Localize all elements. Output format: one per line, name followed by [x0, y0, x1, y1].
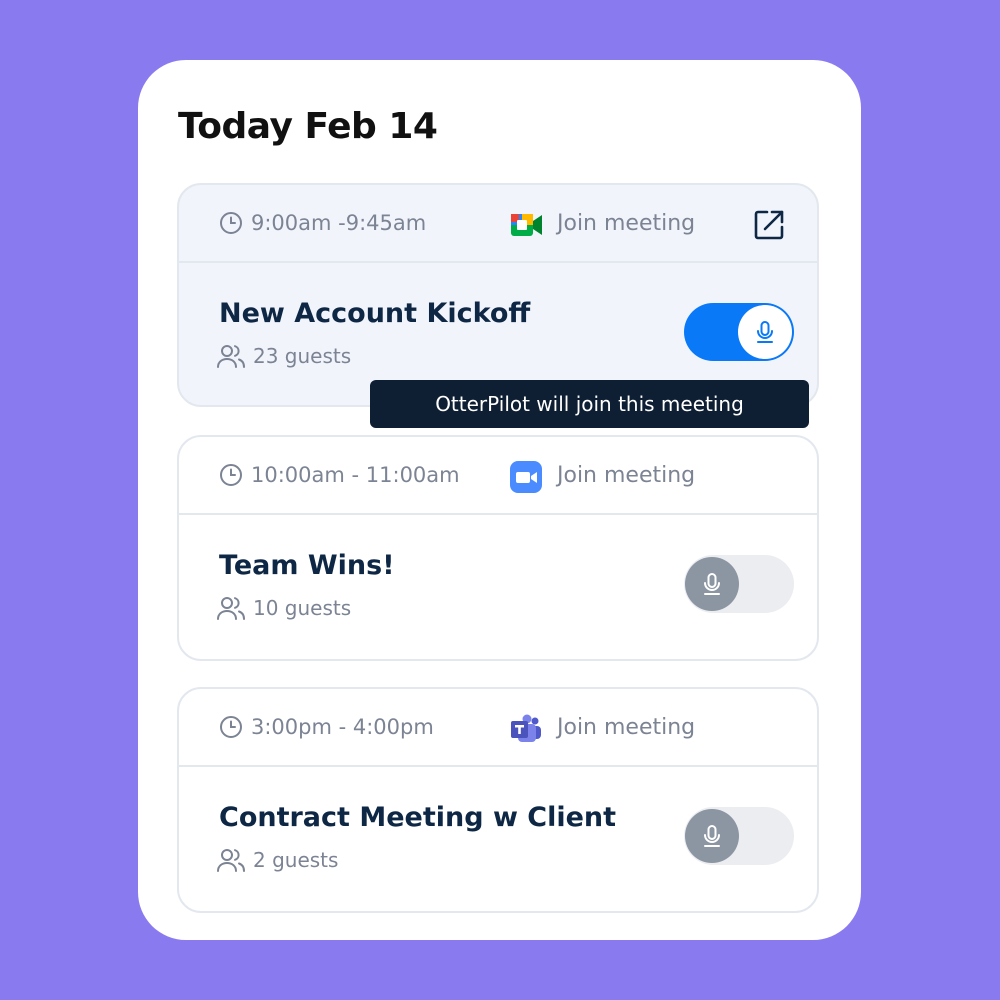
toggle-knob — [685, 557, 739, 611]
meetings-panel: Today Feb 14 9:00am -9:45am Join meeting… — [138, 60, 861, 940]
clock-icon — [220, 212, 242, 234]
guests-count: 23 guests — [253, 344, 352, 368]
microphone-icon — [757, 321, 773, 343]
zoom-icon — [510, 461, 542, 493]
otterpilot-toggle[interactable] — [684, 555, 794, 613]
meeting-title: New Account Kickoff — [219, 298, 531, 329]
toggle-knob — [738, 305, 792, 359]
microphone-icon — [704, 573, 720, 595]
microsoft-teams-icon — [511, 714, 541, 742]
otterpilot-toggle[interactable] — [684, 807, 794, 865]
people-icon — [217, 849, 245, 872]
meeting-time: 3:00pm - 4:00pm — [219, 689, 434, 765]
meeting-card-header: 9:00am -9:45am Join meeting — [179, 185, 817, 263]
page-title: Today Feb 14 — [178, 106, 438, 147]
join-meeting-link[interactable]: Join meeting — [557, 185, 695, 261]
guests-count: 2 guests — [253, 848, 339, 872]
meeting-guests: 2 guests — [217, 847, 338, 873]
meeting-time-text: 10:00am - 11:00am — [251, 463, 460, 487]
join-meeting-link[interactable]: Join meeting — [557, 437, 695, 513]
join-meeting-link[interactable]: Join meeting — [557, 689, 695, 765]
meeting-time: 10:00am - 11:00am — [219, 437, 460, 513]
meeting-card: 10:00am - 11:00am Join meeting Team Wins… — [177, 435, 819, 661]
meeting-card-header: 10:00am - 11:00am Join meeting — [179, 437, 817, 515]
meeting-guests: 23 guests — [217, 343, 351, 369]
otterpilot-toggle[interactable] — [684, 303, 794, 361]
microphone-icon — [704, 825, 720, 847]
meeting-card-header: 3:00pm - 4:00pm Join meeting — [179, 689, 817, 767]
clock-icon — [220, 716, 242, 738]
meeting-guests: 10 guests — [217, 595, 351, 621]
toggle-knob — [685, 809, 739, 863]
external-link-icon[interactable] — [751, 207, 787, 243]
people-icon — [217, 345, 245, 368]
people-icon — [217, 597, 245, 620]
meeting-title: Contract Meeting w Client — [219, 802, 617, 833]
otterpilot-tooltip: OtterPilot will join this meeting — [370, 380, 809, 428]
meeting-time-text: 9:00am -9:45am — [251, 211, 427, 235]
meeting-time-text: 3:00pm - 4:00pm — [251, 715, 434, 739]
meeting-card: 3:00pm - 4:00pm Join meeting Contract Me… — [177, 687, 819, 913]
meeting-title: Team Wins! — [219, 550, 395, 581]
google-meet-icon — [511, 214, 542, 236]
clock-icon — [220, 464, 242, 486]
meeting-time: 9:00am -9:45am — [219, 185, 426, 261]
guests-count: 10 guests — [253, 596, 352, 620]
meeting-card: 9:00am -9:45am Join meeting New Account … — [177, 183, 819, 407]
